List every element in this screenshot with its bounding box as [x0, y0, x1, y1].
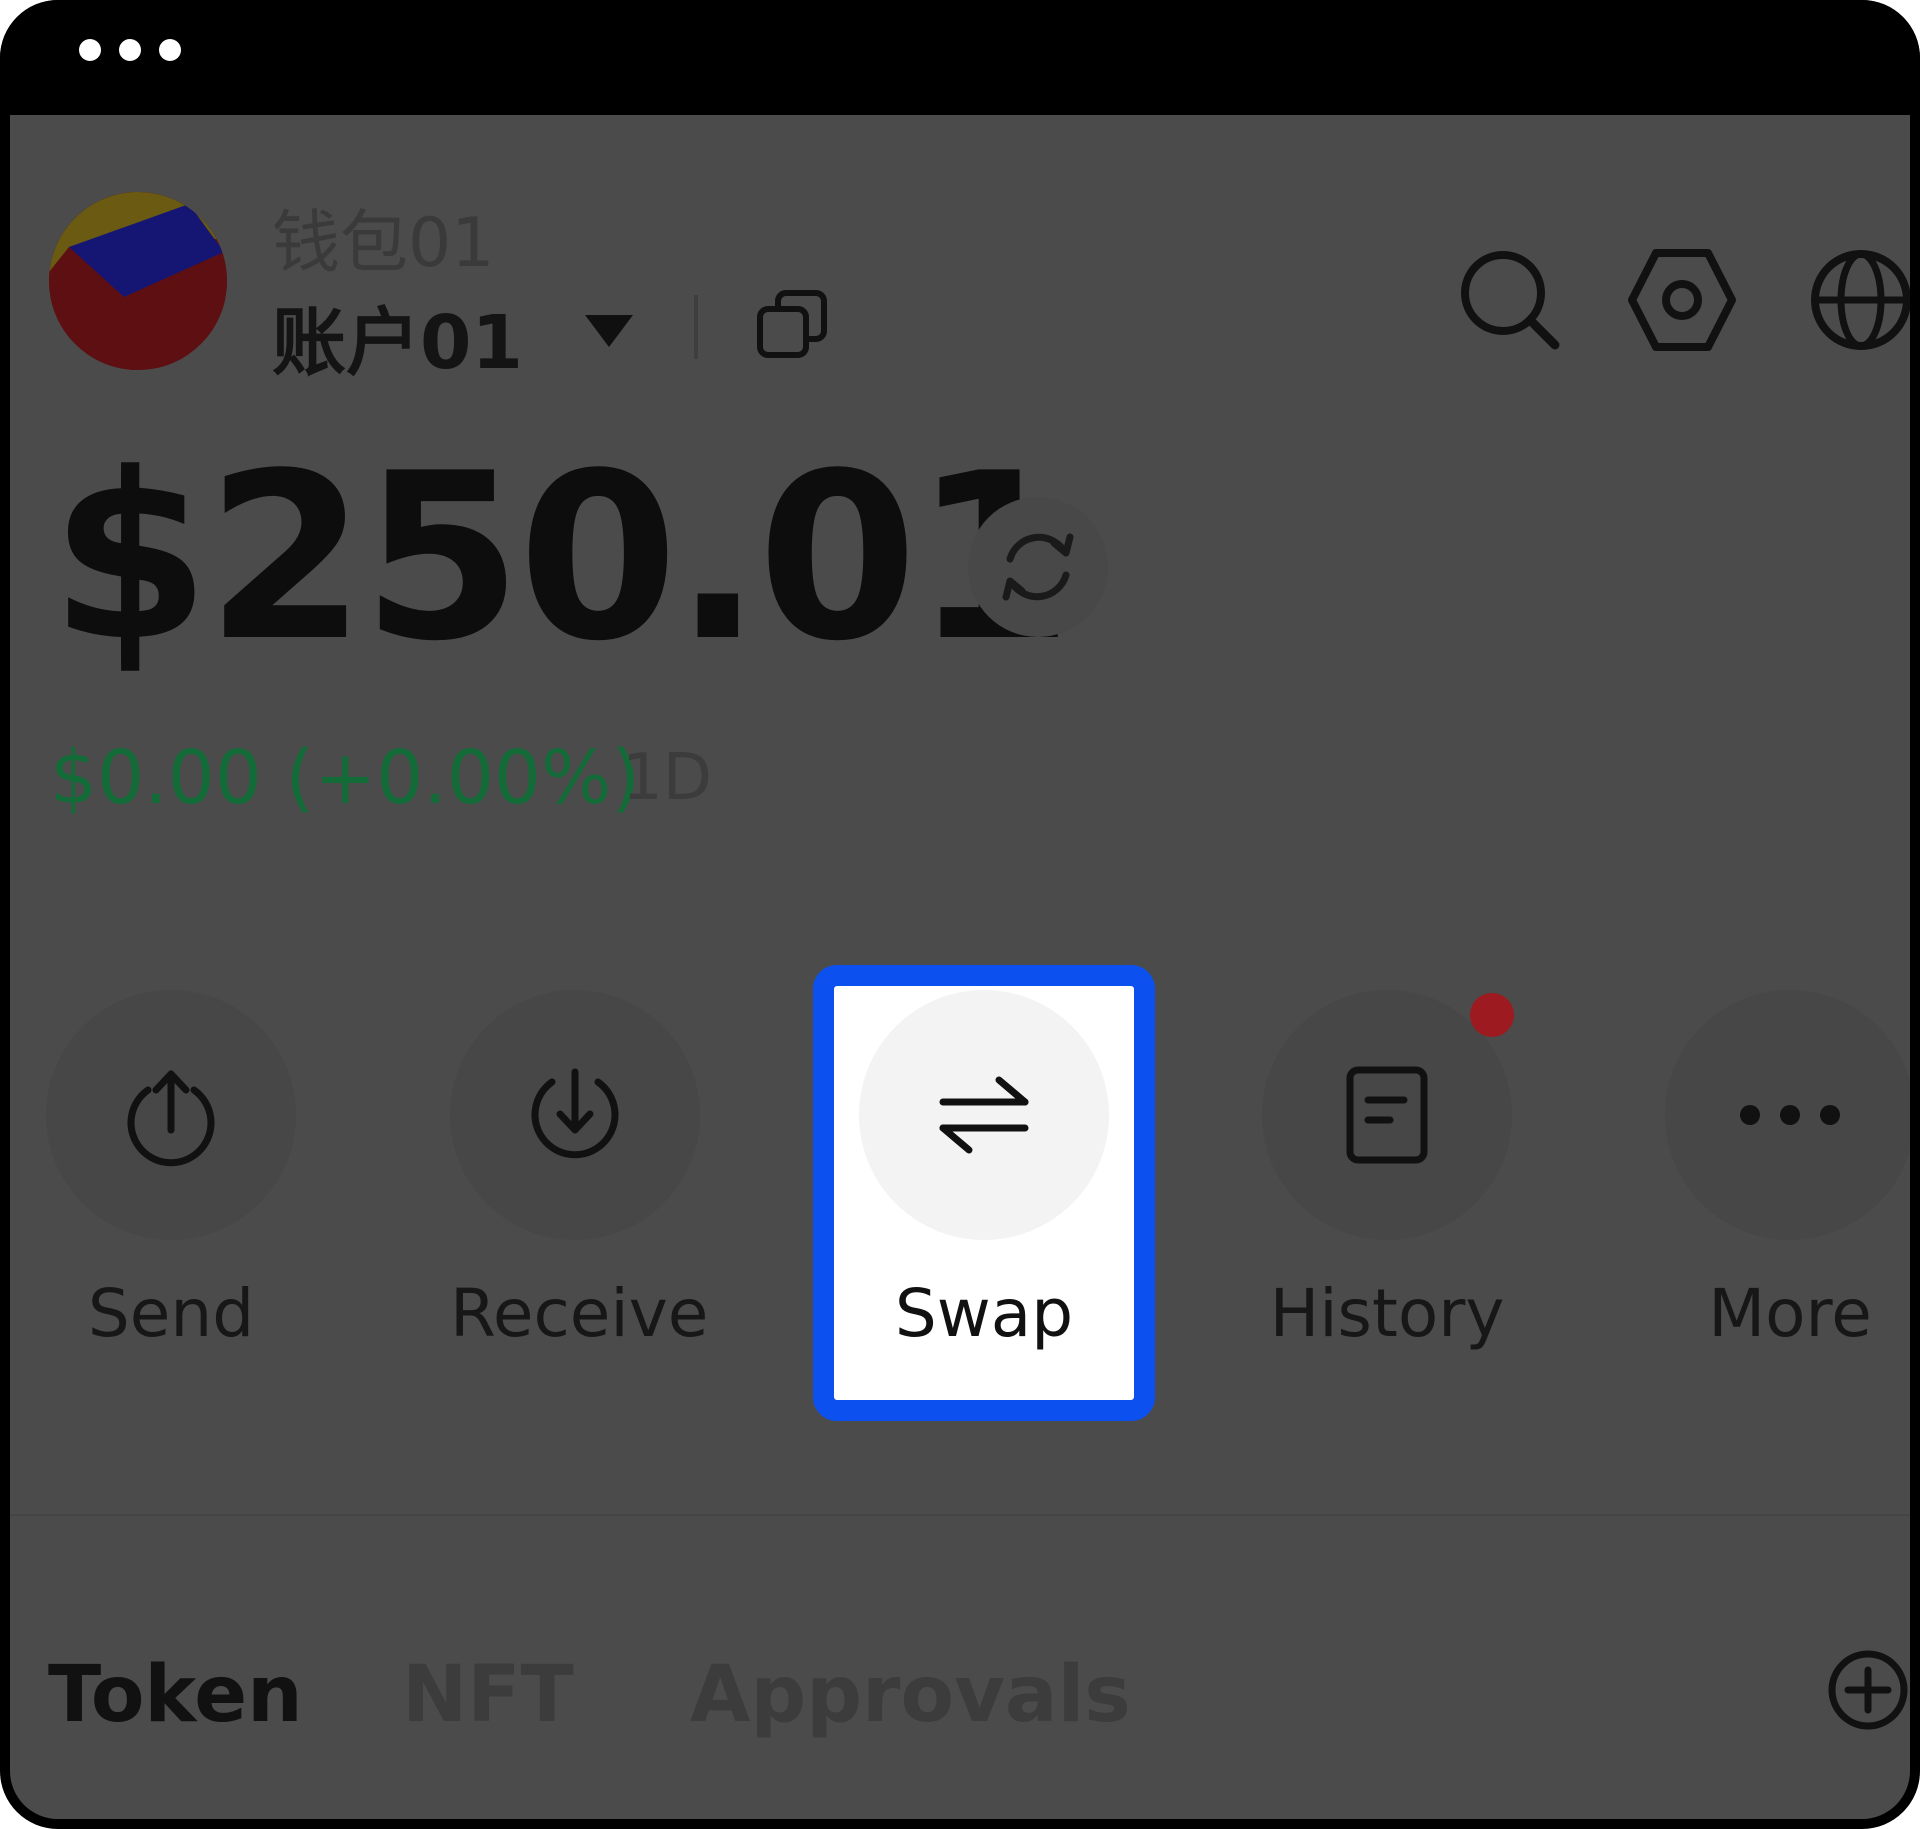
receive-button[interactable]: Receive — [450, 990, 709, 1352]
tab-token[interactable]: Token — [48, 1650, 303, 1740]
balance-change: $0.00 (+0.00%) — [50, 735, 641, 821]
copy-icon[interactable] — [752, 287, 832, 367]
tab-approvals[interactable]: Approvals — [690, 1650, 1131, 1740]
device-frame: 钱包01 账户01 $250.01 $0.00 (+0.00%) 1D Send… — [0, 0, 1920, 1829]
wallet-screen: 钱包01 账户01 $250.01 $0.00 (+0.00%) 1D Send… — [10, 115, 1910, 1819]
send-icon — [127, 1070, 215, 1167]
window-titlebar — [0, 0, 1920, 115]
history-label: History — [1269, 1275, 1505, 1352]
window-menu-dot[interactable] — [119, 39, 141, 61]
change-period[interactable]: 1D — [622, 741, 712, 815]
settings-icon[interactable] — [1626, 245, 1738, 359]
wallet-avatar[interactable] — [49, 192, 227, 370]
add-token-icon[interactable] — [1826, 1648, 1910, 1736]
receive-icon — [531, 1068, 619, 1159]
window-menu-dot[interactable] — [159, 39, 181, 61]
history-icon — [1346, 1066, 1428, 1164]
more-label: More — [1708, 1275, 1872, 1352]
refresh-icon — [1002, 533, 1074, 601]
receive-label: Receive — [450, 1275, 709, 1352]
swap-icon — [939, 1076, 1029, 1154]
tab-nft[interactable]: NFT — [402, 1650, 574, 1740]
search-icon[interactable] — [1455, 245, 1565, 359]
send-label: Send — [87, 1275, 255, 1352]
refresh-button[interactable] — [968, 497, 1108, 637]
swap-label: Swap — [894, 1275, 1074, 1352]
notification-badge — [1470, 993, 1514, 1037]
header-divider — [694, 295, 698, 359]
send-button[interactable]: Send — [46, 990, 296, 1352]
history-button[interactable]: History — [1262, 990, 1512, 1352]
more-button[interactable]: More — [1665, 990, 1910, 1352]
total-balance: $250.01 — [50, 425, 1074, 692]
more-icon — [1740, 1105, 1840, 1125]
swap-button[interactable]: Swap — [859, 990, 1109, 1352]
globe-icon[interactable] — [1806, 245, 1910, 359]
window-menu-dot[interactable] — [79, 39, 101, 61]
account-name[interactable]: 账户01 — [272, 283, 523, 390]
wallet-name[interactable]: 钱包01 — [272, 187, 495, 286]
caret-down-icon[interactable] — [585, 315, 633, 347]
section-divider — [10, 1514, 1910, 1516]
